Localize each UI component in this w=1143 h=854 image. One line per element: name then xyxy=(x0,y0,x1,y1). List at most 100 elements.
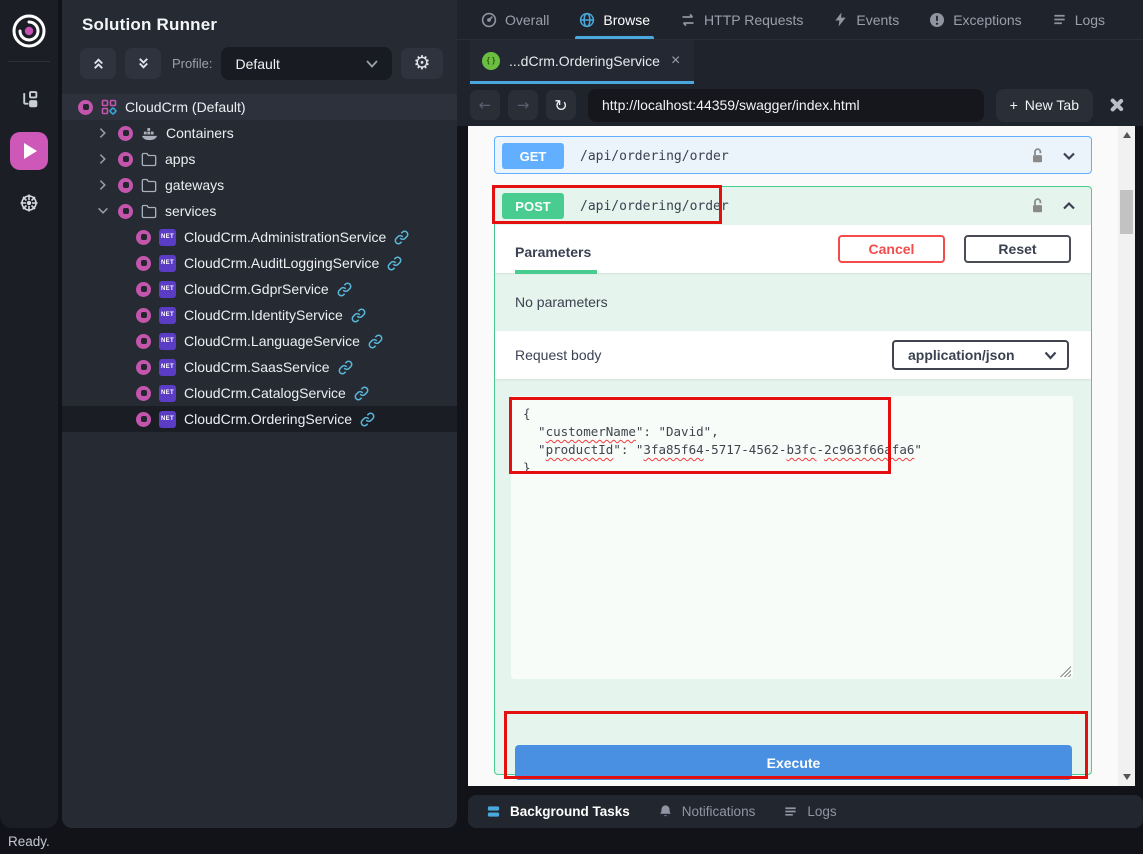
background-tasks-item[interactable]: Background Tasks xyxy=(486,804,630,819)
chevron-down-icon[interactable] xyxy=(1061,148,1077,164)
globe-icon xyxy=(579,12,595,28)
tree-item-catalog-service[interactable]: NET CloudCrm.CatalogService xyxy=(62,380,457,406)
panel-title: Solution Runner xyxy=(62,0,457,35)
gear-icon: ⚙ xyxy=(413,54,430,73)
chevron-right-icon xyxy=(96,126,110,140)
folder-icon xyxy=(141,152,157,167)
status-donut-icon xyxy=(136,360,151,375)
chevron-up-icon[interactable] xyxy=(1061,198,1077,214)
exclamation-icon xyxy=(929,12,945,28)
scrollbar-thumb[interactable] xyxy=(1120,190,1133,234)
tree-item-administration-service[interactable]: NET CloudCrm.AdministrationService xyxy=(62,224,457,250)
app-logo xyxy=(8,10,50,52)
tree-item-gateways[interactable]: gateways xyxy=(62,172,457,198)
tree-item-containers[interactable]: Containers xyxy=(62,120,457,146)
view-tabbar: Overall Browse HTTP Requests Events xyxy=(457,0,1143,40)
status-text: Ready. xyxy=(8,834,50,849)
lock-open-icon[interactable] xyxy=(1030,197,1045,215)
forward-button[interactable]: → xyxy=(508,90,538,120)
status-donut-icon xyxy=(118,126,133,141)
status-donut-icon xyxy=(118,204,133,219)
tree-item-auditlogging-service[interactable]: NET CloudCrm.AuditLoggingService xyxy=(62,250,457,276)
collapse-all-button[interactable] xyxy=(80,48,116,79)
browser-tools-button[interactable] xyxy=(1101,90,1131,120)
url-input[interactable]: http://localhost:44359/swagger/index.htm… xyxy=(588,89,984,122)
tab-events[interactable]: Events xyxy=(833,0,899,39)
tab-overall[interactable]: Overall xyxy=(481,0,549,39)
dotnet-icon: NET xyxy=(159,385,176,402)
dotnet-icon: NET xyxy=(159,255,176,272)
tab-exceptions[interactable]: Exceptions xyxy=(929,0,1021,39)
link-icon xyxy=(387,256,402,271)
new-tab-button[interactable]: + New Tab xyxy=(996,89,1093,122)
tree-item-language-service[interactable]: NET CloudCrm.LanguageService xyxy=(62,328,457,354)
expand-all-button[interactable] xyxy=(125,48,161,79)
dotnet-icon: NET xyxy=(159,281,176,298)
solution-tree-icon[interactable] xyxy=(10,80,48,118)
profile-settings-button[interactable]: ⚙ xyxy=(401,48,443,79)
browser-tab-strip: { } ...dCrm.OrderingService × xyxy=(457,40,1143,84)
cancel-button[interactable]: Cancel xyxy=(838,235,945,263)
dotnet-icon: NET xyxy=(159,333,176,350)
logs-item[interactable]: Logs xyxy=(783,804,836,819)
request-body-editor[interactable]: { "customerName": "David", "productId": … xyxy=(511,396,1073,679)
browser-tab[interactable]: { } ...dCrm.OrderingService × xyxy=(470,40,694,84)
activity-bar xyxy=(0,0,58,828)
lock-open-icon[interactable] xyxy=(1030,147,1045,165)
sidebar-controls: Profile: Default ⚙ xyxy=(62,35,457,92)
request-body-section: { "customerName": "David", "productId": … xyxy=(495,396,1091,718)
dotnet-icon: NET xyxy=(159,229,176,246)
tree-item-saas-service[interactable]: NET CloudCrm.SaasService xyxy=(62,354,457,380)
link-icon xyxy=(368,334,383,349)
chevrons-up-icon xyxy=(91,56,106,71)
status-donut-icon xyxy=(118,152,133,167)
menu-lines-icon xyxy=(783,804,798,819)
resize-grip[interactable] xyxy=(1060,666,1071,677)
back-button[interactable]: ← xyxy=(470,90,500,120)
tab-http-requests[interactable]: HTTP Requests xyxy=(680,0,803,39)
url-text: http://localhost:44359/swagger/index.htm… xyxy=(602,97,860,113)
content-type-value: application/json xyxy=(908,347,1044,363)
tree-item-apps[interactable]: apps xyxy=(62,146,457,172)
content-type-dropdown[interactable]: application/json xyxy=(892,340,1069,370)
link-icon xyxy=(351,308,366,323)
tree-item-identity-service[interactable]: NET CloudCrm.IdentityService xyxy=(62,302,457,328)
notifications-item[interactable]: Notifications xyxy=(658,804,756,819)
scroll-up-arrow-icon[interactable] xyxy=(1123,132,1131,138)
get-method-badge: GET xyxy=(502,143,564,169)
scroll-down-arrow-icon[interactable] xyxy=(1123,774,1131,780)
bell-icon xyxy=(658,804,673,819)
run-button[interactable] xyxy=(10,132,48,170)
execute-button[interactable]: Execute xyxy=(515,745,1072,780)
chevron-down-icon xyxy=(366,60,378,68)
endpoint-post-order: POST /api/ordering/order Parameters Canc… xyxy=(494,186,1092,775)
post-endpoint-header[interactable]: POST /api/ordering/order xyxy=(495,187,1091,225)
close-tab-icon[interactable]: × xyxy=(671,52,680,70)
tab-logs[interactable]: Logs xyxy=(1052,0,1105,39)
status-donut-icon xyxy=(118,178,133,193)
profile-dropdown[interactable]: Default xyxy=(221,47,392,80)
status-bar: Ready. xyxy=(0,828,1143,854)
tree-item-services[interactable]: services xyxy=(62,198,457,224)
docker-icon xyxy=(141,126,158,141)
back-arrow-icon: ← xyxy=(479,96,492,114)
endpoint-get-order[interactable]: GET /api/ordering/order xyxy=(494,136,1092,174)
webview-scrollbar[interactable] xyxy=(1118,126,1135,786)
kubernetes-icon[interactable] xyxy=(10,184,48,222)
forward-arrow-icon: → xyxy=(517,96,530,114)
refresh-button[interactable]: ↻ xyxy=(546,90,576,120)
menu-lines-icon xyxy=(1052,12,1067,27)
gauge-icon xyxy=(481,12,497,28)
reset-button[interactable]: Reset xyxy=(964,235,1071,263)
request-body-header: Request body application/json xyxy=(495,331,1091,379)
solution-tree: CloudCrm (Default) Containers apps xyxy=(62,94,457,432)
folder-icon xyxy=(141,178,157,193)
tree-item-solution[interactable]: CloudCrm (Default) xyxy=(62,94,457,120)
tree-item-ordering-service[interactable]: NET CloudCrm.OrderingService xyxy=(62,406,457,432)
tab-browse[interactable]: Browse xyxy=(579,0,650,39)
get-endpoint-header[interactable]: GET /api/ordering/order xyxy=(495,137,1091,175)
chevron-right-icon xyxy=(96,178,110,192)
tree-item-gdpr-service[interactable]: NET CloudCrm.GdprService xyxy=(62,276,457,302)
plus-icon: + xyxy=(1010,97,1018,113)
refresh-icon: ↻ xyxy=(554,96,567,115)
